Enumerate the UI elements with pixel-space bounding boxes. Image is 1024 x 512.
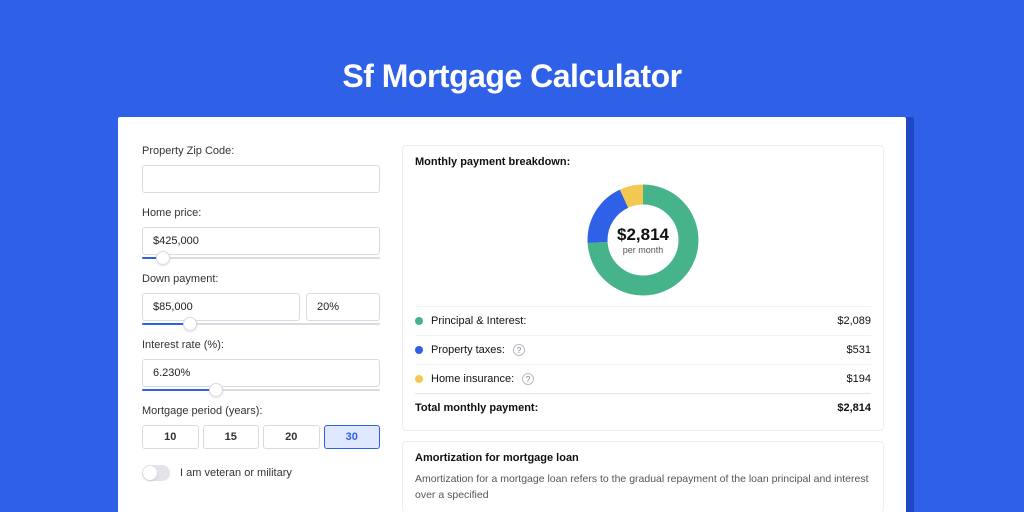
total-row: Total monthly payment: $2,814	[415, 393, 871, 422]
veteran-toggle[interactable]	[142, 465, 170, 481]
donut-center: $2,814 per month	[583, 180, 703, 300]
donut-chart-wrap: $2,814 per month	[415, 176, 871, 306]
interest-label: Interest rate (%):	[142, 339, 380, 351]
period-btn-10[interactable]: 10	[142, 425, 199, 449]
down-payment-pct-input[interactable]	[306, 293, 380, 321]
down-payment-slider[interactable]	[142, 323, 380, 325]
legend-value-taxes: $531	[847, 344, 871, 356]
legend-value-principal: $2,089	[837, 315, 871, 327]
period-options: 10 15 20 30	[142, 425, 380, 449]
legend-list: Principal & Interest: $2,089 Property ta…	[415, 306, 871, 422]
period-field: Mortgage period (years): 10 15 20 30	[142, 405, 380, 449]
amortization-title: Amortization for mortgage loan	[415, 452, 871, 464]
zip-field: Property Zip Code:	[142, 145, 380, 193]
veteran-label: I am veteran or military	[180, 467, 292, 479]
total-label: Total monthly payment:	[415, 402, 538, 414]
inputs-column: Property Zip Code: Home price: Down paym…	[142, 145, 380, 512]
breakdown-section: Monthly payment breakdown: $2,814 per mo…	[402, 145, 884, 431]
dot-insurance	[415, 375, 423, 383]
calculator-card: Property Zip Code: Home price: Down paym…	[118, 117, 906, 512]
legend-row-principal: Principal & Interest: $2,089	[415, 306, 871, 335]
amortization-body: Amortization for a mortgage loan refers …	[415, 472, 871, 504]
slider-thumb[interactable]	[183, 317, 197, 331]
legend-label-principal: Principal & Interest:	[431, 315, 526, 327]
page-title: Sf Mortgage Calculator	[0, 0, 1024, 117]
toggle-knob	[143, 466, 157, 480]
home-price-field: Home price:	[142, 207, 380, 259]
donut-sub: per month	[623, 245, 664, 255]
interest-input[interactable]	[142, 359, 380, 387]
donut-chart: $2,814 per month	[583, 180, 703, 300]
period-btn-20[interactable]: 20	[263, 425, 320, 449]
dot-taxes	[415, 346, 423, 354]
donut-value: $2,814	[617, 225, 669, 245]
zip-input[interactable]	[142, 165, 380, 193]
total-value: $2,814	[837, 402, 871, 414]
down-payment-field: Down payment:	[142, 273, 380, 325]
legend-value-insurance: $194	[847, 373, 871, 385]
veteran-row: I am veteran or military	[142, 465, 380, 481]
dot-principal	[415, 317, 423, 325]
legend-label-taxes: Property taxes:	[431, 344, 505, 356]
breakdown-title: Monthly payment breakdown:	[415, 156, 871, 168]
results-column: Monthly payment breakdown: $2,814 per mo…	[402, 145, 884, 512]
interest-field: Interest rate (%):	[142, 339, 380, 391]
slider-thumb[interactable]	[156, 251, 170, 265]
amortization-section: Amortization for mortgage loan Amortizat…	[402, 441, 884, 512]
period-label: Mortgage period (years):	[142, 405, 380, 417]
interest-slider[interactable]	[142, 389, 380, 391]
legend-row-insurance: Home insurance: ? $194	[415, 364, 871, 393]
down-payment-label: Down payment:	[142, 273, 380, 285]
home-price-label: Home price:	[142, 207, 380, 219]
legend-label-insurance: Home insurance:	[431, 373, 514, 385]
down-payment-input[interactable]	[142, 293, 300, 321]
zip-label: Property Zip Code:	[142, 145, 380, 157]
period-btn-15[interactable]: 15	[203, 425, 260, 449]
info-icon[interactable]: ?	[513, 344, 525, 356]
home-price-slider[interactable]	[142, 257, 380, 259]
home-price-input[interactable]	[142, 227, 380, 255]
slider-thumb[interactable]	[209, 383, 223, 397]
legend-row-taxes: Property taxes: ? $531	[415, 335, 871, 364]
info-icon[interactable]: ?	[522, 373, 534, 385]
period-btn-30[interactable]: 30	[324, 425, 381, 449]
